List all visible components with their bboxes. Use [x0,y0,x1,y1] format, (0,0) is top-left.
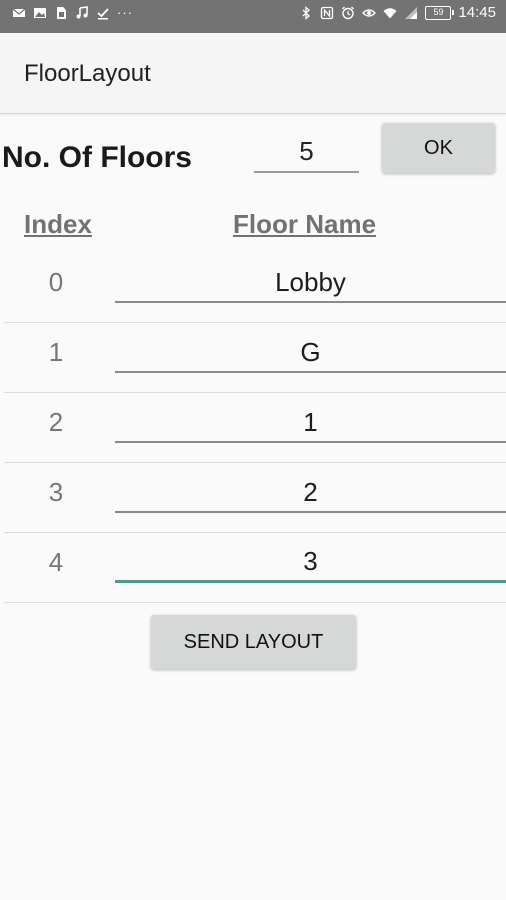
mail-icon [12,6,26,20]
floor-name-field[interactable] [115,333,506,373]
floor-name-column-header: Floor Name [233,209,377,239]
ok-button[interactable]: OK [382,123,495,173]
floor-count-label: No. Of Floors [2,141,192,174]
nfc-icon [320,6,334,20]
alarm-icon [341,6,355,20]
status-bar: ··· 59 14:45 [0,0,506,33]
floor-row: 3 [0,463,506,533]
app-bar: FloorLayout [0,33,506,114]
sim-icon [54,6,68,20]
floor-row: 0 [0,253,506,323]
floor-index: 4 [48,547,64,577]
floor-index: 0 [48,267,64,297]
index-column-header: Index [24,209,92,239]
floor-row: 1 [0,323,506,393]
signal-icon [404,6,418,20]
floor-name-field-focused[interactable] [115,543,506,583]
status-bar-clock: 14:45 [458,4,496,21]
wifi-icon [383,6,397,20]
more-notifications-indicator: ··· [117,5,133,20]
send-layout-button[interactable]: SEND LAYOUT [151,615,356,669]
status-bar-notifications: ··· [12,6,133,20]
battery-icon: 59 [425,6,455,20]
eye-icon [362,6,377,20]
floor-count-input[interactable] [254,131,359,173]
floor-index: 1 [48,337,64,367]
download-done-icon [96,6,110,20]
floor-name-field[interactable] [115,263,506,303]
music-icon [75,6,89,20]
floor-row: 4 [0,533,506,603]
image-icon [33,6,47,20]
floor-index: 2 [48,407,64,437]
row-divider [4,602,506,603]
floor-name-field[interactable] [115,403,506,443]
floor-name-field[interactable] [115,473,506,513]
floor-index: 3 [48,477,64,507]
status-bar-system: 59 14:45 [299,4,496,21]
floor-row: 2 [0,393,506,463]
bluetooth-icon [299,6,313,20]
app-title: FloorLayout [24,60,151,87]
